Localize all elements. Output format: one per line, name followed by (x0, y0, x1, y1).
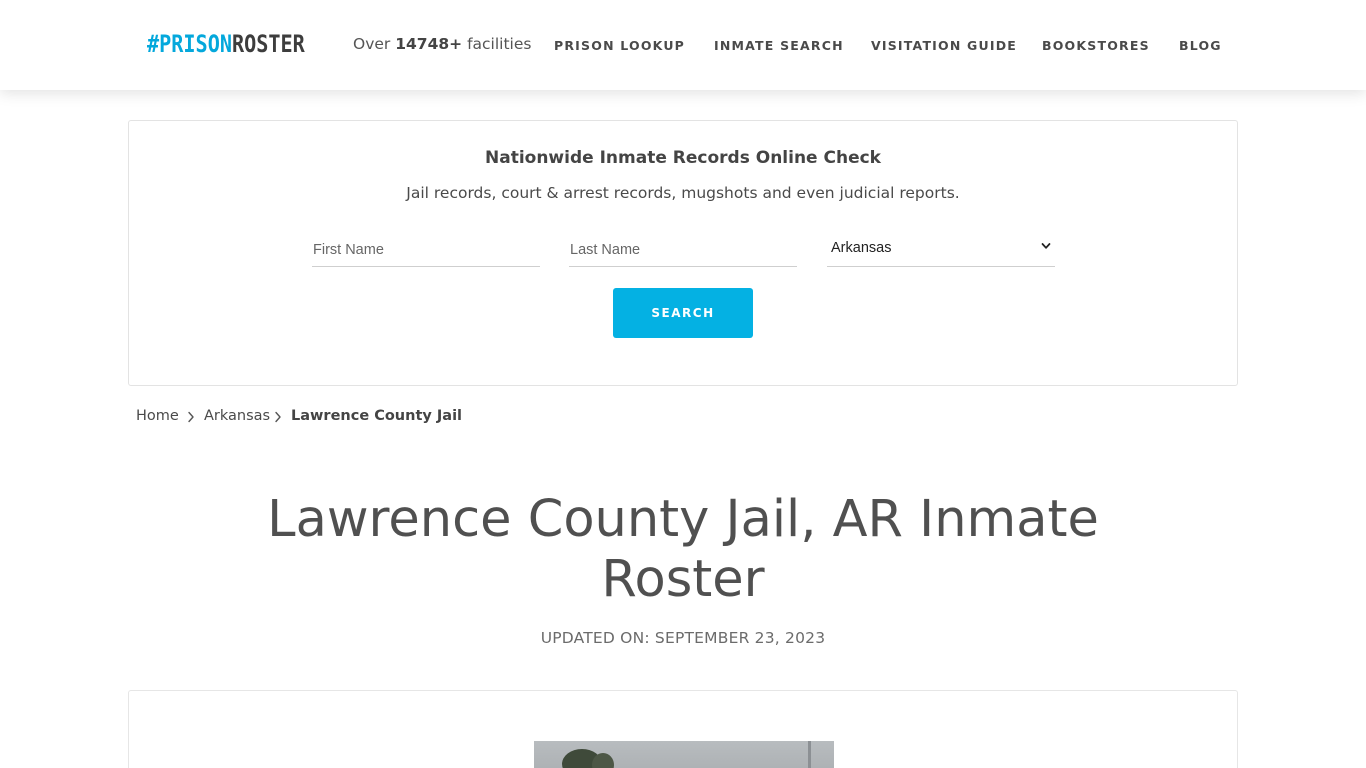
chevron-down-icon (1041, 243, 1051, 249)
state-select-value: Arkansas (831, 240, 892, 256)
facility-content-card (128, 690, 1238, 768)
nav-bookstores[interactable]: BOOKSTORES (1042, 38, 1150, 53)
search-card-subtitle: Jail records, court & arrest records, mu… (406, 184, 960, 202)
chevron-right-icon (188, 411, 194, 423)
nav-blog[interactable]: BLOG (1179, 38, 1222, 53)
updated-date: UPDATED ON: SEPTEMBER 23, 2023 (540, 629, 826, 647)
breadcrumb-current: Lawrence County Jail (291, 408, 463, 424)
first-name-input[interactable] (312, 234, 540, 267)
chevron-right-icon (275, 411, 281, 423)
state-select[interactable]: Arkansas (827, 234, 1055, 267)
nav-visitation-guide[interactable]: VISITATION GUIDE (871, 38, 1017, 53)
facility-photo (534, 741, 834, 768)
page-title: Lawrence County Jail, AR Inmate Roster (267, 490, 1099, 609)
photo-tree (592, 753, 614, 768)
main-nav: PRISON LOOKUP INMATE SEARCH VISITATION G… (0, 38, 1366, 54)
inmate-search-card: Nationwide Inmate Records Online Check J… (128, 120, 1238, 386)
nav-prison-lookup[interactable]: PRISON LOOKUP (554, 38, 685, 53)
breadcrumb-arkansas[interactable]: Arkansas (204, 408, 270, 424)
site-header: #PRISONROSTER Over 14748+ facilities PRI… (0, 0, 1366, 90)
nav-inmate-search[interactable]: INMATE SEARCH (714, 38, 844, 53)
last-name-input[interactable] (569, 234, 797, 267)
breadcrumb-home[interactable]: Home (136, 408, 179, 424)
photo-pole (808, 741, 811, 768)
search-card-title: Nationwide Inmate Records Online Check (485, 148, 881, 168)
search-button[interactable]: SEARCH (613, 288, 753, 338)
